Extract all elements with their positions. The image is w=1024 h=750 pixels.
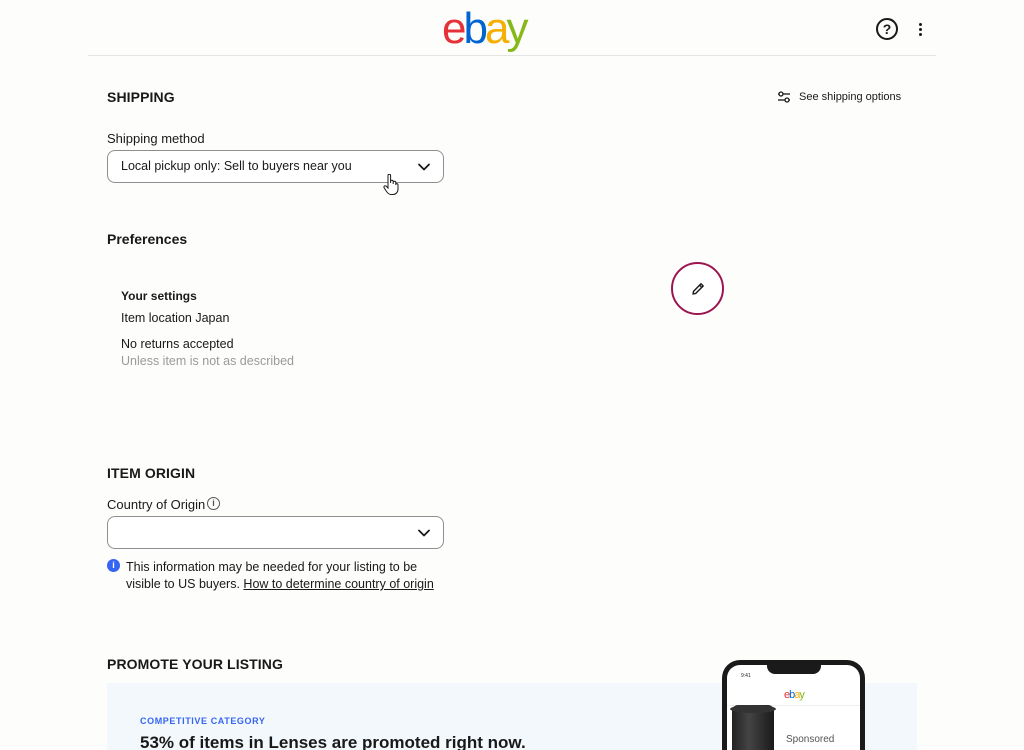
logo-letter-y: y [506, 4, 528, 53]
sponsored-label: Sponsored [786, 734, 835, 745]
chevron-down-icon [418, 529, 430, 537]
pencil-icon [692, 283, 704, 295]
promo-headline: 53% of items in Lenses are promoted righ… [140, 733, 526, 750]
more-options-icon[interactable] [912, 18, 928, 40]
info-icon[interactable]: i [207, 497, 220, 510]
country-of-origin-label: Country of Origin [107, 497, 206, 512]
phone-time: 9:41 [741, 673, 751, 679]
promote-title: PROMOTE YOUR LISTING [107, 656, 283, 672]
determine-origin-link[interactable]: How to determine country of origin [243, 577, 433, 591]
competitive-category-tag: COMPETITIVE CATEGORY [140, 716, 266, 726]
item-origin-title: ITEM ORIGIN [107, 465, 196, 481]
logo-letter-b: b [463, 4, 488, 53]
lens-product-image [730, 705, 776, 750]
your-settings-title: Your settings [121, 289, 197, 303]
logo-letter-a: a [484, 4, 510, 53]
returns-note: Unless item is not as described [121, 354, 294, 368]
phone-ebay-logo: ebay [784, 689, 805, 701]
item-location-text: Item location Japan [121, 311, 230, 325]
help-icon[interactable]: ? [876, 18, 898, 40]
edit-preferences-button[interactable] [671, 262, 724, 315]
preferences-title: Preferences [107, 231, 188, 247]
info-filled-icon: i [107, 559, 120, 572]
logo-letter-e: e [442, 4, 467, 53]
chevron-down-icon [418, 163, 430, 171]
see-shipping-options-label: See shipping options [799, 91, 902, 103]
shipping-method-label: Shipping method [107, 131, 205, 146]
sliders-icon [778, 91, 790, 103]
ebay-logo[interactable]: ebay [442, 4, 528, 54]
origin-info-message: This information may be needed for your … [126, 559, 446, 593]
shipping-section-title: SHIPPING [107, 89, 175, 105]
shipping-method-value: Local pickup only: Sell to buyers near y… [121, 159, 352, 173]
hand-cursor-icon [383, 174, 399, 195]
returns-text: No returns accepted [121, 337, 234, 351]
see-shipping-options-link[interactable]: See shipping options [777, 89, 901, 105]
country-of-origin-select[interactable] [107, 516, 444, 549]
